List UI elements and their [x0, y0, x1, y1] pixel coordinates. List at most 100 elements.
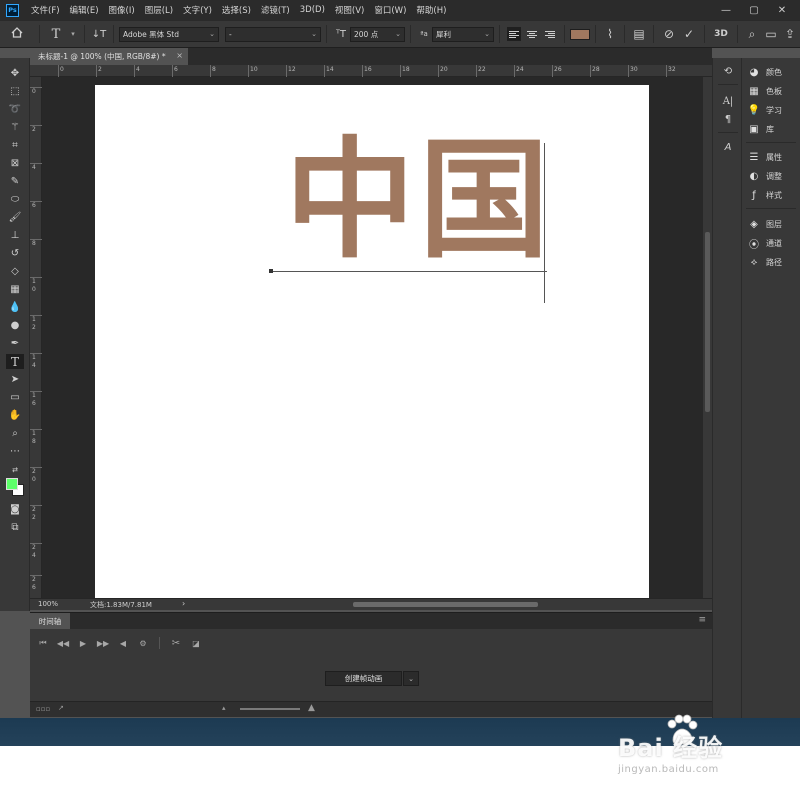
- align-left-button[interactable]: [507, 27, 521, 41]
- menu-edit[interactable]: 编辑(E): [66, 4, 105, 16]
- menu-image[interactable]: 图像(I): [105, 4, 141, 16]
- glyphs-panel-icon[interactable]: A: [720, 140, 736, 155]
- antialias-select[interactable]: 犀利 ⌄: [432, 26, 494, 42]
- vertical-scrollbar[interactable]: [703, 77, 712, 598]
- zoom-tool-icon[interactable]: ⌕: [6, 426, 24, 441]
- align-center-button[interactable]: [525, 27, 539, 41]
- type-tool-icon[interactable]: T: [6, 354, 24, 369]
- play-icon[interactable]: ▶: [76, 639, 90, 648]
- panel-adjustments[interactable]: ◐ 调整: [748, 168, 800, 184]
- search-icon[interactable]: ⌕: [743, 27, 761, 42]
- vertical-scrollbar-thumb[interactable]: [705, 232, 710, 412]
- tool-preset-caret-icon[interactable]: ▾: [67, 30, 79, 38]
- menu-view[interactable]: 视图(V): [331, 4, 370, 16]
- history-panel-icon[interactable]: ⟲: [720, 64, 736, 79]
- document-tab[interactable]: 未标题-1 @ 100% (中国, RGB/8#) * ×: [30, 48, 188, 65]
- panel-libraries[interactable]: ▣ 库: [748, 121, 800, 137]
- character-panel-icon[interactable]: ▤: [630, 27, 648, 41]
- swap-colors-icon[interactable]: ⇄: [6, 462, 24, 477]
- quick-mask-icon[interactable]: ◙: [6, 502, 24, 517]
- panel-layers[interactable]: ◈ 图层: [748, 216, 800, 232]
- cancel-edit-icon[interactable]: ⊘: [659, 27, 679, 41]
- history-brush-tool-icon[interactable]: ↺: [6, 246, 24, 261]
- commit-edit-icon[interactable]: ✓: [679, 27, 699, 41]
- settings-gear-icon[interactable]: ⚙: [136, 639, 150, 648]
- type-tool-icon[interactable]: T: [45, 27, 67, 42]
- frame-icon[interactable]: ▫▫▫: [36, 705, 50, 713]
- status-menu-arrow-icon[interactable]: ›: [182, 599, 185, 608]
- horizontal-scrollbar-thumb[interactable]: [353, 602, 538, 607]
- menu-file[interactable]: 文件(F): [27, 4, 66, 16]
- panel-channels[interactable]: ⦿ 通道: [748, 235, 800, 251]
- eraser-tool-icon[interactable]: ◇: [6, 264, 24, 279]
- paragraph-panel-icon[interactable]: ¶: [720, 112, 736, 127]
- pen-tool-icon[interactable]: ✒: [6, 336, 24, 351]
- panel-properties[interactable]: ☰ 属性: [748, 149, 800, 165]
- chevron-down-icon[interactable]: ⌄: [403, 671, 419, 686]
- text-color-swatch[interactable]: [570, 28, 590, 40]
- frame-tool-icon[interactable]: ⊠: [6, 156, 24, 171]
- panel-menu-icon[interactable]: ≡: [698, 615, 706, 625]
- close-window-button[interactable]: ✕: [768, 5, 796, 16]
- maximize-button[interactable]: ▢: [740, 5, 768, 16]
- dodge-tool-icon[interactable]: ●: [6, 318, 24, 333]
- hand-tool-icon[interactable]: ✋: [6, 408, 24, 423]
- eyedropper-tool-icon[interactable]: ✎: [6, 174, 24, 189]
- transition-icon[interactable]: ◪: [189, 639, 203, 648]
- path-selection-tool-icon[interactable]: ➤: [6, 372, 24, 387]
- more-tools-icon[interactable]: ⋯: [6, 444, 24, 459]
- home-icon[interactable]: [0, 27, 34, 41]
- menu-filter[interactable]: 滤镜(T): [257, 4, 296, 16]
- font-family-select[interactable]: Adobe 黑体 Std ⌄: [119, 26, 219, 42]
- audio-icon[interactable]: ◀: [116, 639, 130, 648]
- timeline-tab[interactable]: 时间轴: [30, 613, 70, 630]
- align-right-button[interactable]: [543, 27, 557, 41]
- create-frame-animation-button[interactable]: 创建帧动画: [325, 671, 402, 686]
- timeline-zoom-slider[interactable]: [240, 708, 300, 710]
- next-frame-icon[interactable]: ▶▶: [96, 639, 110, 648]
- menu-window[interactable]: 窗口(W): [370, 4, 412, 16]
- panel-styles[interactable]: ƒ 样式: [748, 187, 800, 203]
- zoom-in-mountain-icon[interactable]: ▲: [308, 703, 315, 713]
- close-icon[interactable]: ×: [176, 51, 183, 60]
- marquee-tool-icon[interactable]: ⬚: [6, 84, 24, 99]
- zoom-out-mountain-icon[interactable]: ▴: [222, 704, 226, 712]
- healing-brush-tool-icon[interactable]: ⬭: [6, 192, 24, 207]
- baseline-handle[interactable]: [269, 269, 273, 273]
- first-frame-icon[interactable]: ⏮: [36, 638, 50, 648]
- document-canvas[interactable]: 中国: [95, 85, 649, 598]
- move-tool-icon[interactable]: ✥: [6, 66, 24, 81]
- text-orientation-icon[interactable]: ↓T: [90, 29, 108, 40]
- character-panel-icon[interactable]: A|: [720, 94, 736, 109]
- menu-help[interactable]: 帮助(H): [412, 4, 452, 16]
- screen-mode-icon[interactable]: ⧉: [6, 520, 24, 535]
- convert-arrow-icon[interactable]: ↗: [58, 704, 64, 712]
- font-style-select[interactable]: - ⌄: [225, 26, 321, 42]
- menu-type[interactable]: 文字(Y): [179, 4, 218, 16]
- foreground-color-swatch[interactable]: [6, 478, 18, 490]
- zoom-level[interactable]: 100%: [38, 600, 58, 608]
- workspace-icon[interactable]: ▭: [761, 27, 781, 41]
- lasso-tool-icon[interactable]: ➰: [6, 102, 24, 117]
- horizontal-scrollbar[interactable]: [195, 601, 700, 608]
- menu-3d[interactable]: 3D(D): [296, 5, 331, 15]
- panel-paths[interactable]: ⟡ 路径: [748, 254, 800, 270]
- blur-tool-icon[interactable]: 💧: [6, 300, 24, 315]
- gradient-tool-icon[interactable]: ▦: [6, 282, 24, 297]
- share-icon[interactable]: ⇪: [781, 27, 799, 41]
- prev-frame-icon[interactable]: ◀◀: [56, 639, 70, 648]
- clone-stamp-tool-icon[interactable]: ⊥: [6, 228, 24, 243]
- 3d-icon[interactable]: 3D: [710, 29, 732, 39]
- magic-wand-tool-icon[interactable]: ⚚: [6, 120, 24, 135]
- minimize-button[interactable]: —: [712, 5, 740, 16]
- menu-layer[interactable]: 图层(L): [141, 4, 179, 16]
- rectangle-tool-icon[interactable]: ▭: [6, 390, 24, 405]
- brush-tool-icon[interactable]: 🖌: [6, 210, 24, 225]
- panel-swatches[interactable]: ▦ 色板: [748, 83, 800, 99]
- font-size-select[interactable]: 200 点 ⌄: [350, 26, 405, 42]
- canvas-text-layer[interactable]: 中国: [285, 135, 553, 265]
- split-scissors-icon[interactable]: ✂: [169, 638, 183, 649]
- crop-tool-icon[interactable]: ⌗: [6, 138, 24, 153]
- panel-color[interactable]: ◕ 颜色: [748, 64, 800, 80]
- warp-text-icon[interactable]: ⌇: [601, 27, 619, 41]
